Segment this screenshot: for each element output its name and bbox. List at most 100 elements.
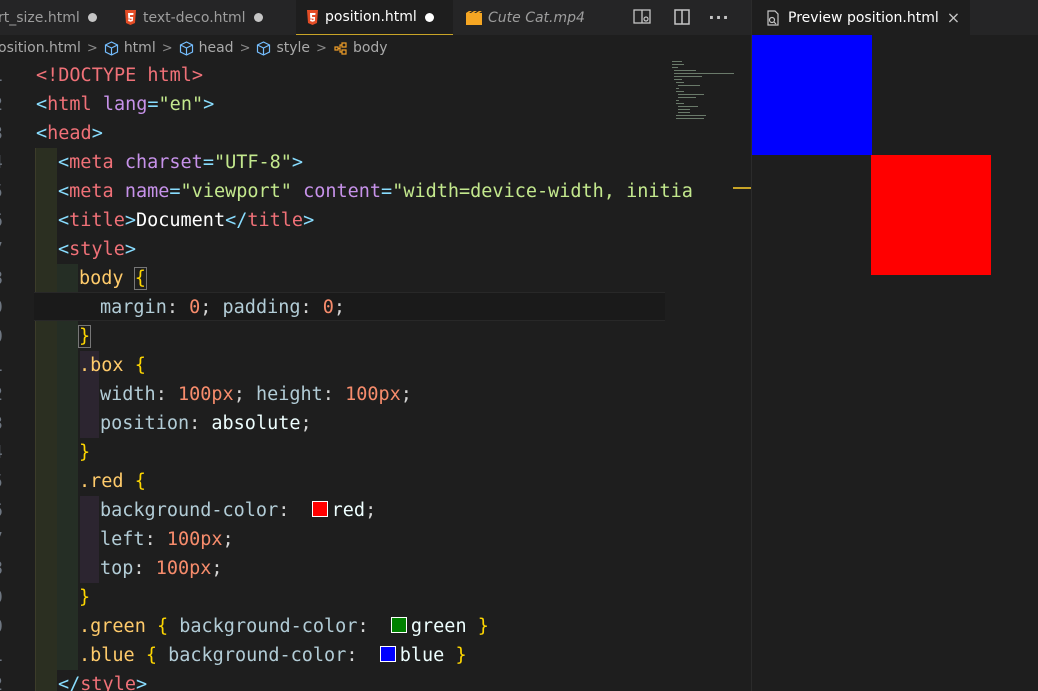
color-swatch-blue[interactable] xyxy=(379,646,396,662)
attr-value: "en" xyxy=(158,94,204,115)
preview-box-red xyxy=(871,155,991,275)
code-line: 5.red { xyxy=(0,467,734,496)
line-number: 2 xyxy=(0,670,12,691)
element-cube-icon xyxy=(179,40,193,56)
html5-icon xyxy=(307,9,318,25)
line-number: 2 xyxy=(0,380,12,409)
code-line: 3<head> xyxy=(0,119,734,148)
code-line: 4<meta charset="UTF-8"> xyxy=(0,148,734,177)
css-value: 100px xyxy=(155,558,212,579)
line-number: 2 xyxy=(0,90,12,119)
color-swatch-red[interactable] xyxy=(311,501,328,517)
css-value: absolute xyxy=(211,413,301,434)
minimap[interactable] xyxy=(668,61,734,121)
editor-tab-bar: rt_size.html text-deco.html position.htm… xyxy=(0,0,751,35)
tab-label: text-deco.html xyxy=(143,9,246,26)
code-line: 2</style> xyxy=(0,670,734,691)
tab-label: Cute Cat.mp4 xyxy=(488,9,585,26)
chevron-right-icon: > xyxy=(239,40,251,56)
doctype: <!DOCTYPE html> xyxy=(36,65,204,86)
code-editor[interactable]: 1 <!DOCTYPE html> 2<html lang="en"> 3<hea… xyxy=(0,61,734,691)
tag-name: head xyxy=(47,123,92,144)
line-number: 7 xyxy=(0,525,12,554)
line-number: 7 xyxy=(0,235,12,264)
breadcrumb-style[interactable]: style xyxy=(256,40,310,56)
code-line: 2<html lang="en"> xyxy=(0,90,734,119)
tag-name: style xyxy=(80,674,136,691)
tab-position[interactable]: position.html xyxy=(296,0,453,35)
attr-name: name xyxy=(124,181,170,202)
css-property: background-color xyxy=(168,645,347,666)
attr-name: lang xyxy=(102,94,148,115)
css-property: width xyxy=(100,384,156,405)
html5-icon xyxy=(125,10,136,25)
line-number: 1 xyxy=(0,641,12,670)
code-line: 0.green { background-color: green } xyxy=(0,612,734,641)
code-line: 7<style> xyxy=(0,235,734,264)
breadcrumb-body[interactable]: body xyxy=(333,40,388,56)
tag-name: meta xyxy=(69,152,114,173)
tab-cute-cat[interactable]: Cute Cat.mp4 xyxy=(466,0,616,35)
line-number: 4 xyxy=(0,148,12,177)
chevron-right-icon: > xyxy=(161,40,173,56)
more-actions-icon[interactable]: ··· xyxy=(708,6,730,28)
preview-canvas xyxy=(752,35,1038,691)
code-line: 1.box { xyxy=(0,351,734,380)
tab-label: rt_size.html xyxy=(0,9,80,26)
css-value: 0 xyxy=(322,297,334,318)
code-line: 8body { xyxy=(0,264,734,293)
close-icon[interactable]: × xyxy=(947,8,960,27)
line-number: 6 xyxy=(0,206,12,235)
chevron-right-icon: > xyxy=(86,40,98,56)
css-value: 100px xyxy=(345,384,401,405)
css-value: 100px xyxy=(166,529,223,550)
code-line: 9margin: 0; padding: 0; xyxy=(0,293,734,322)
preview-tab-label: Preview position.html xyxy=(788,9,939,26)
breadcrumb-head[interactable]: head xyxy=(179,40,234,56)
breadcrumb-label: head xyxy=(198,40,234,56)
line-number: 3 xyxy=(0,119,12,148)
code-line: 4} xyxy=(0,438,734,467)
line-number: 4 xyxy=(0,438,12,467)
breadcrumb-file[interactable]: osition.html xyxy=(0,40,81,56)
css-property: margin xyxy=(100,297,167,318)
title-text: Document xyxy=(135,210,226,231)
chevron-right-icon: > xyxy=(316,40,327,56)
css-selector: body xyxy=(79,268,124,289)
tab-rt-size[interactable]: rt_size.html xyxy=(0,0,107,35)
attr-value: "UTF-8" xyxy=(213,152,292,173)
line-number: 8 xyxy=(0,554,12,583)
line-number: 1 xyxy=(0,351,12,380)
code-line: 6background-color: red; xyxy=(0,496,734,525)
line-number: 9 xyxy=(0,293,12,322)
code-line: 9} xyxy=(0,583,734,612)
css-value: blue xyxy=(399,645,445,666)
code-line: 2width: 100px; height: 100px; xyxy=(0,380,734,409)
unsaved-dot-icon[interactable] xyxy=(253,13,263,22)
line-number: 0 xyxy=(0,322,12,351)
css-property: height xyxy=(255,384,323,405)
tag-name: style xyxy=(69,239,125,260)
breadcrumb: osition.html > html > head > style > bod… xyxy=(0,35,668,61)
breadcrumb-label: style xyxy=(276,40,311,56)
split-editor-icon[interactable] xyxy=(671,6,693,28)
css-selector: .green xyxy=(79,616,146,637)
open-preview-icon[interactable] xyxy=(631,6,653,28)
line-number: 9 xyxy=(0,583,12,612)
tab-text-deco[interactable]: text-deco.html xyxy=(124,0,284,35)
line-number: 3 xyxy=(0,409,12,438)
line-number: 0 xyxy=(0,612,12,641)
unsaved-dot-icon[interactable] xyxy=(424,12,434,22)
unsaved-dot-icon[interactable] xyxy=(87,13,97,22)
preview-box-blue xyxy=(752,35,872,155)
attr-name: charset xyxy=(124,152,203,173)
attr-name: content xyxy=(303,181,382,202)
code-line: 1 <!DOCTYPE html> xyxy=(0,61,734,90)
css-property: background-color xyxy=(100,500,279,521)
code-line: 7left: 100px; xyxy=(0,525,734,554)
breadcrumb-html[interactable]: html xyxy=(104,40,156,56)
tab-preview[interactable]: Preview position.html × xyxy=(752,0,970,36)
css-value: 0 xyxy=(189,297,201,318)
tag-name: title xyxy=(247,210,304,231)
color-swatch-green[interactable] xyxy=(390,617,407,633)
